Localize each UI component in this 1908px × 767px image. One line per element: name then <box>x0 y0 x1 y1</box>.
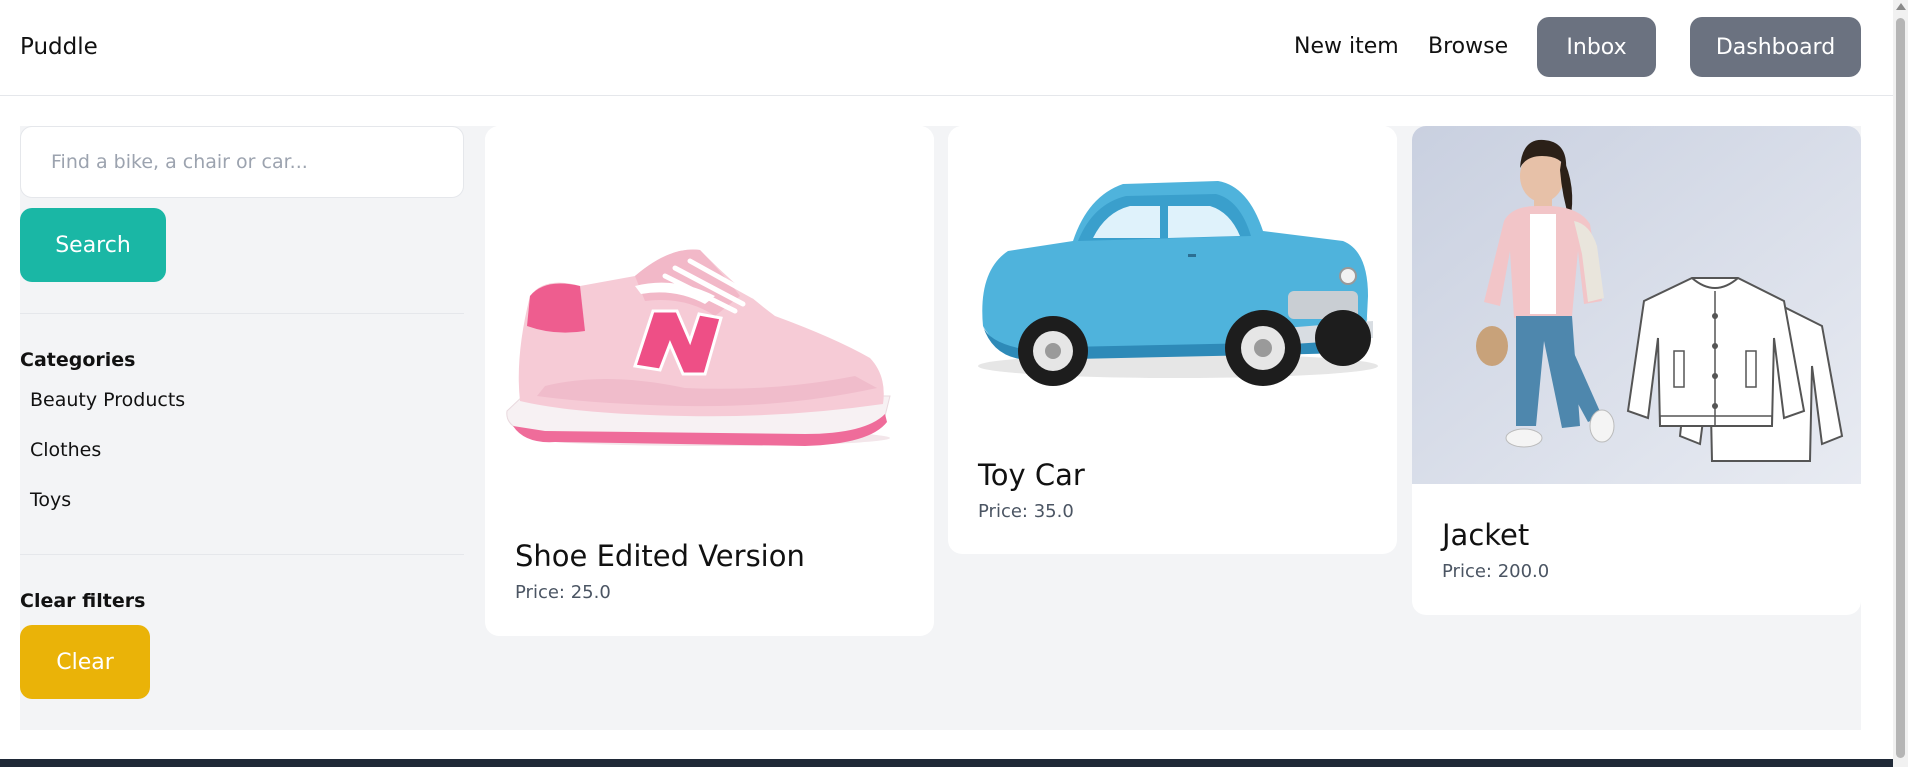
clear-filters-heading: Clear filters <box>20 590 146 612</box>
item-title: Jacket <box>1442 518 1530 552</box>
item-price: Price: 200.0 <box>1442 561 1550 582</box>
footer <box>0 759 1893 767</box>
item-price: Price: 35.0 <box>978 501 1074 522</box>
scroll-up-arrow-icon[interactable] <box>1896 3 1906 10</box>
new-item-link[interactable]: New item <box>1294 34 1399 59</box>
jacket-image <box>1412 126 1861 484</box>
brand-logo-link[interactable]: Puddle <box>20 34 98 60</box>
item-card-toy-car[interactable]: Toy Car Price: 35.0 <box>948 126 1397 554</box>
item-title: Toy Car <box>978 458 1085 492</box>
categories-heading: Categories <box>20 349 136 371</box>
category-beauty-products[interactable]: Beauty Products <box>30 389 185 411</box>
browse-link[interactable]: Browse <box>1428 34 1508 59</box>
vertical-scrollbar[interactable] <box>1893 0 1908 767</box>
sidebar-divider <box>20 313 464 314</box>
inbox-button[interactable]: Inbox <box>1537 17 1656 77</box>
search-button[interactable]: Search <box>20 208 166 282</box>
item-price: Price: 25.0 <box>515 582 611 603</box>
category-toys[interactable]: Toys <box>30 489 71 511</box>
category-clothes[interactable]: Clothes <box>30 439 101 461</box>
clear-filters-button[interactable]: Clear <box>20 625 150 699</box>
item-card-jacket[interactable]: Jacket Price: 200.0 <box>1412 126 1861 615</box>
search-input[interactable] <box>20 126 464 198</box>
item-card-shoe[interactable]: Shoe Edited Version Price: 25.0 <box>485 126 934 636</box>
sidebar-divider <box>20 554 464 555</box>
top-navbar: Puddle New item Browse Inbox Dashboard <box>0 0 1893 96</box>
item-title: Shoe Edited Version <box>515 539 805 573</box>
toy-car-image <box>948 126 1397 426</box>
scrollbar-thumb[interactable] <box>1896 18 1905 758</box>
shoe-image <box>485 126 934 516</box>
dashboard-button[interactable]: Dashboard <box>1690 17 1861 77</box>
